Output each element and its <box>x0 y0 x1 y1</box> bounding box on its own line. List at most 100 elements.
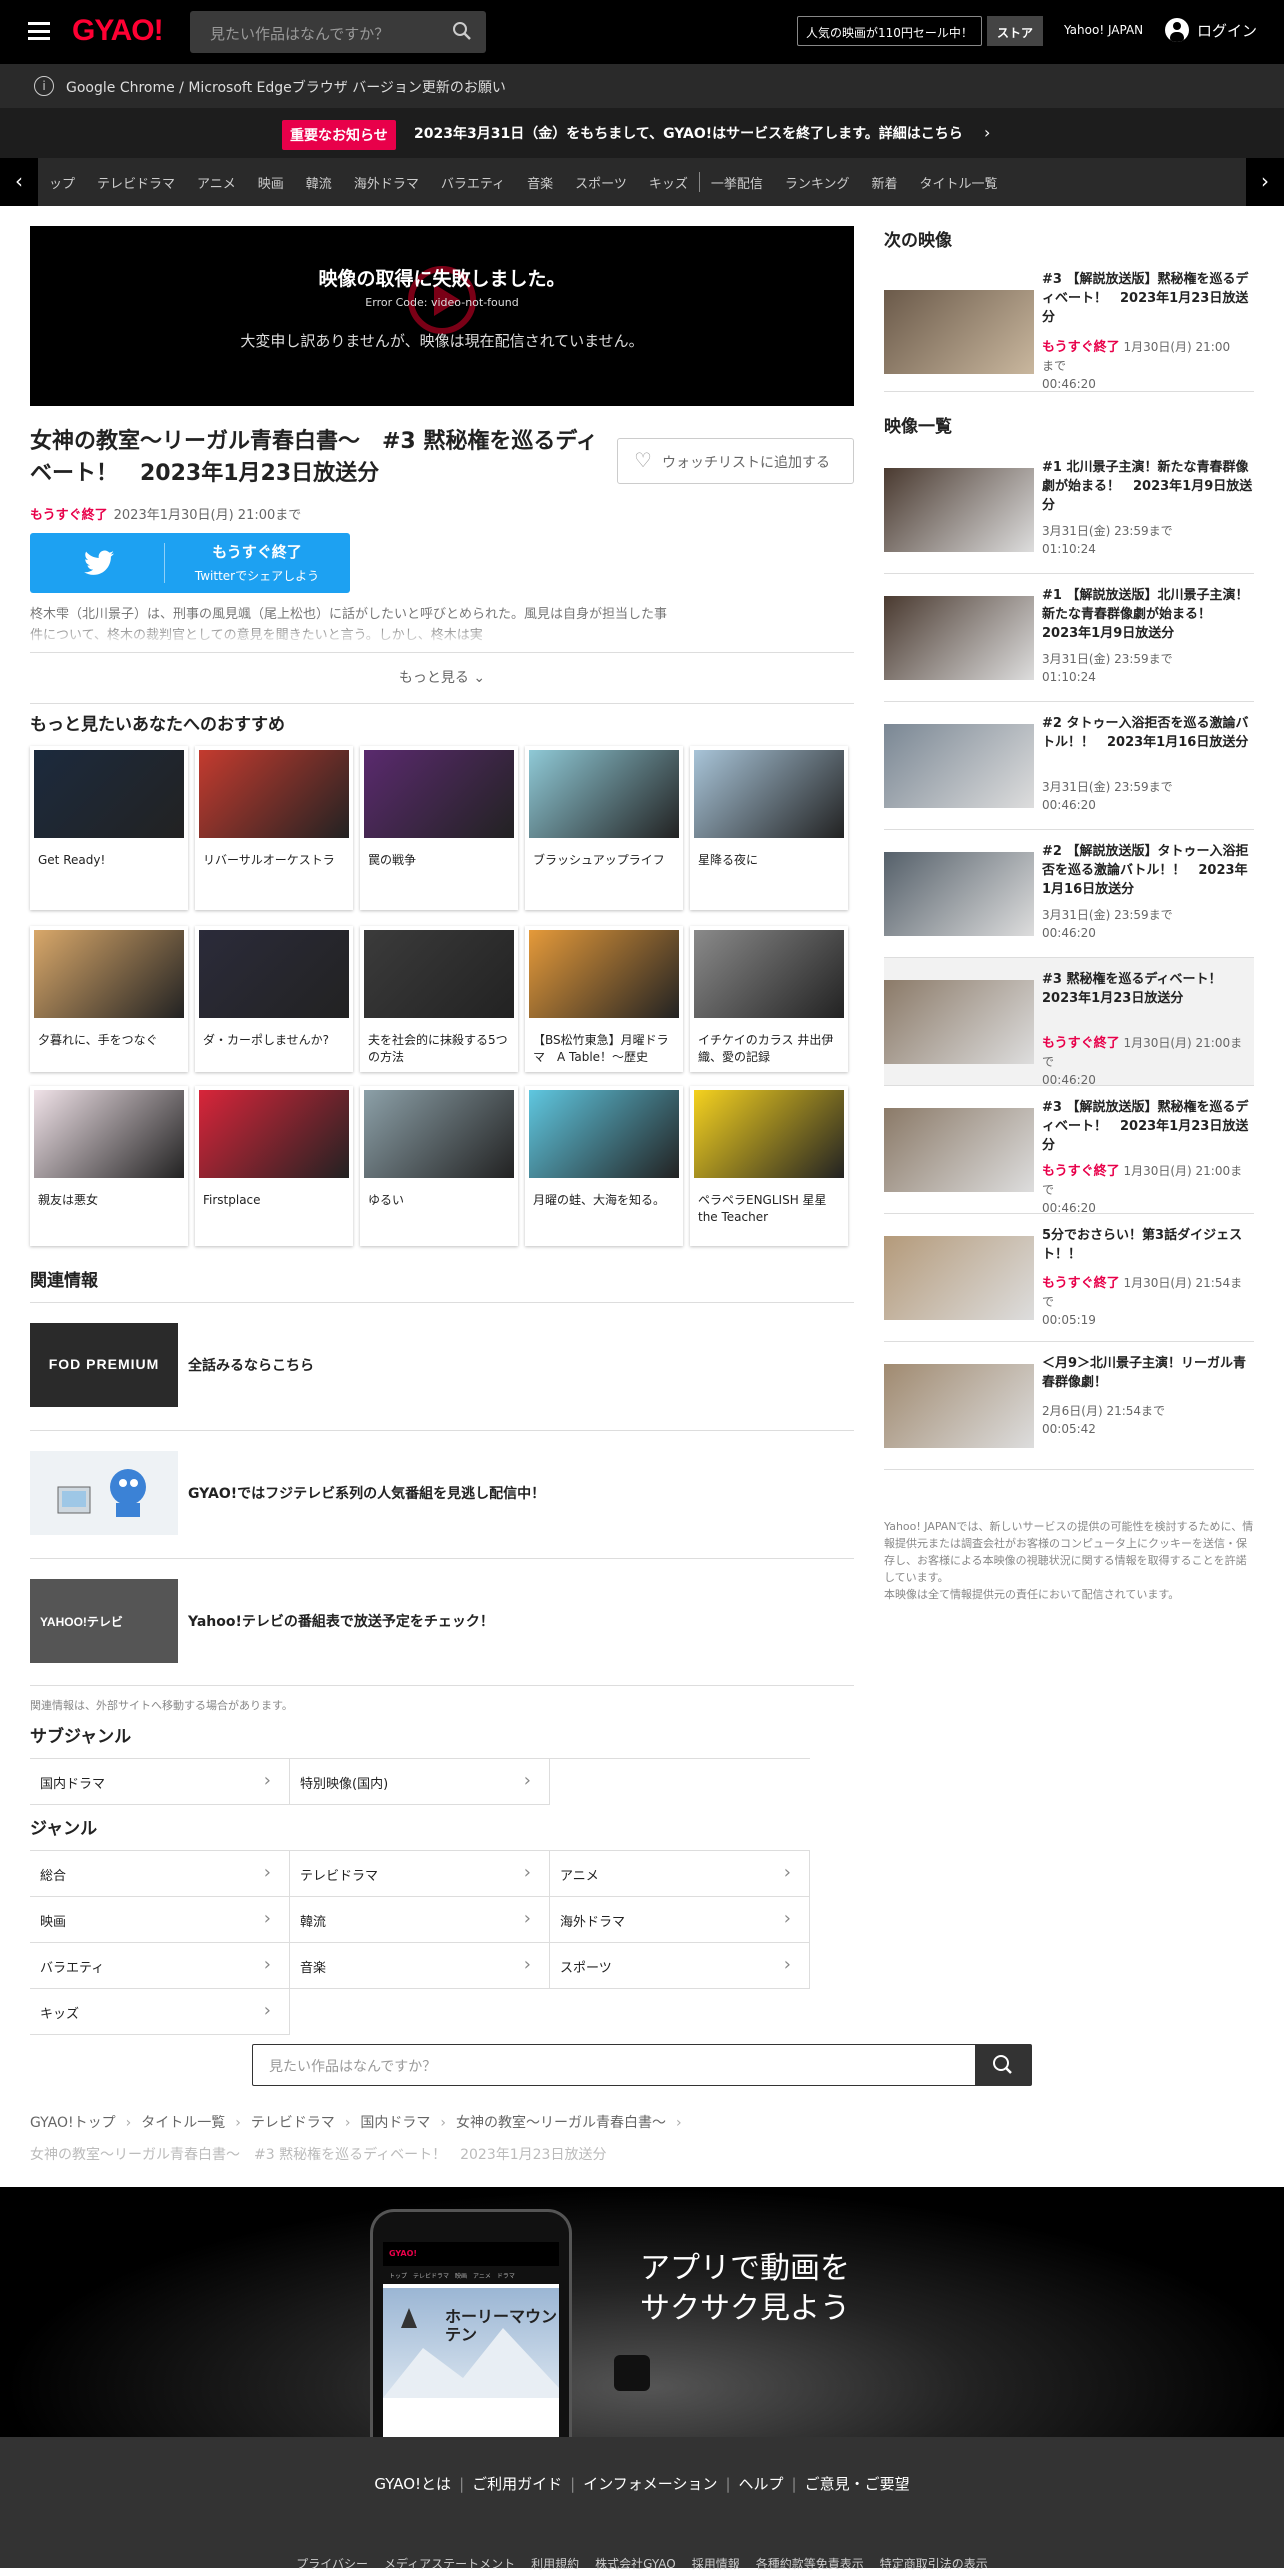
footer-sub-link[interactable]: 採用情報 <box>692 2557 740 2571</box>
nav-item[interactable]: 音楽 <box>527 173 553 192</box>
breadcrumb-item[interactable]: タイトル一覧 <box>141 2115 225 2131</box>
recommend-title: リバーサルオーケストラ <box>203 853 335 867</box>
important-notice[interactable]: 重要なお知らせ 2023年3月31日（金）をもちまして、GYAO!はサービスを終… <box>0 108 1284 158</box>
footer-link[interactable]: GYAO!とは <box>374 2475 451 2493</box>
nav-item[interactable]: タイトル一覧 <box>920 173 998 192</box>
footer-link[interactable]: ご意見・ご要望 <box>805 2475 910 2493</box>
nav-item[interactable]: スポーツ <box>575 173 627 192</box>
footer-sub-link[interactable]: 株式会社GYAO <box>595 2557 676 2571</box>
genre-link[interactable]: スポーツ <box>550 1943 810 1989</box>
video-list-item[interactable]: 5分でおさらい！第3話ダイジェスト！！ もうすぐ終了 1月30日(月) 21:54… <box>884 1214 1254 1342</box>
nav-item[interactable]: ップ <box>49 173 75 192</box>
genre-link[interactable]: 国内ドラマ <box>30 1759 290 1805</box>
video-list-item[interactable]: #3 黙秘権を巡るディベート！ 2023年1月23日放送分 もうすぐ終了 1月30… <box>884 958 1254 1087</box>
bottom-search-input[interactable]: 見たい作品はなんですか？ <box>252 2044 1032 2086</box>
video-list-item[interactable]: #2 タトゥー入浴拒否を巡る激論バトル！！ 2023年1月16日放送分 3月31日… <box>884 702 1254 830</box>
recommend-card[interactable]: Get Ready! <box>30 746 188 910</box>
footer-link[interactable]: ヘルプ <box>739 2475 784 2493</box>
search-input[interactable]: 見たい作品はなんですか？ <box>190 11 486 53</box>
nav-item[interactable]: 映画 <box>258 173 284 192</box>
login-button[interactable]: ログイン <box>1165 18 1257 42</box>
related-item[interactable]: FOD PREMIUM 全話みるならこちら <box>30 1302 854 1430</box>
browser-update-notice[interactable]: i Google Chrome / Microsoft Edgeブラウザ バージ… <box>0 64 1284 108</box>
genre-link[interactable]: 海外ドラマ <box>550 1897 810 1943</box>
recommend-title: ブラッシュアップライフ <box>533 853 665 867</box>
footer-sub-link[interactable]: 特定商取引法の表示 <box>880 2557 988 2571</box>
video-meta: 2月6日(月) 21:54まで 00:05:42 <box>1042 1404 1166 1436</box>
footer-sub-link[interactable]: プライバシー <box>296 2557 368 2571</box>
genre-link[interactable]: 音楽 <box>290 1943 550 1989</box>
logo[interactable]: GYAO! <box>72 14 164 48</box>
video-list-item[interactable]: #2 【解説放送版】タトゥー入浴拒否を巡る激論バトル！！ 2023年1月16日放… <box>884 830 1254 958</box>
twitter-share-button[interactable]: もうすぐ終了 Twitterでシェアしよう <box>30 533 350 593</box>
genre-link[interactable]: 特別映像(国内) <box>290 1759 550 1805</box>
recommend-card[interactable]: 罠の戦争 <box>360 746 518 910</box>
nav-item[interactable]: 新着 <box>871 173 897 192</box>
video-list-item[interactable]: #1 【解説放送版】北川景子主演！新たな青春群像劇が始まる！ 2023年1月9日… <box>884 574 1254 702</box>
recommend-card[interactable]: ゆるい <box>360 1086 518 1246</box>
breadcrumb-item[interactable]: 女神の教室～リーガル青春白書～ <box>456 2115 666 2131</box>
recommend-card[interactable]: ペラペラENGLISH 星星 the Teacher <box>690 1086 848 1246</box>
footer-link[interactable]: ご利用ガイド <box>472 2475 562 2493</box>
genre-link[interactable]: 映画 <box>30 1897 290 1943</box>
phone-logo: GYAO! <box>383 2242 559 2266</box>
related-heading: 関連情報 <box>30 1271 98 1291</box>
nav-prev-arrow[interactable]: ‹ <box>0 158 38 206</box>
genre-link[interactable]: テレビドラマ <box>290 1851 550 1897</box>
related-item[interactable]: YAHOO!テレビ Yahoo!テレビの番組表で放送予定をチェック！ <box>30 1558 854 1686</box>
nav-next-arrow[interactable]: › <box>1246 158 1284 206</box>
app-banner[interactable]: GYAO! トップ テレビドラマ 映画 アニメ ドラマ ホーリーマウンテン アプ… <box>0 2187 1284 2437</box>
nav-item[interactable]: ランキング <box>785 173 850 192</box>
genre-link[interactable]: 韓流 <box>290 1897 550 1943</box>
video-list-item[interactable]: #3 【解説放送版】黙秘権を巡るディベート！ 2023年1月23日放送分 もうすぐ… <box>884 1086 1254 1215</box>
recommend-card[interactable]: リバーサルオーケストラ <box>195 746 353 910</box>
recommend-card[interactable]: 親友は悪女 <box>30 1086 188 1246</box>
bottom-search-button[interactable] <box>975 2045 1031 2085</box>
menu-icon[interactable] <box>28 22 50 40</box>
nav-item[interactable]: テレビドラマ <box>97 173 175 192</box>
nav-item[interactable]: キッズ <box>649 173 688 192</box>
footer-sub-link[interactable]: 利用規約 <box>531 2557 579 2571</box>
phone-screen: GYAO! トップ テレビドラマ 映画 アニメ ドラマ ホーリーマウンテン <box>383 2242 559 2437</box>
store-button[interactable]: ストア <box>987 16 1044 46</box>
nav-item[interactable]: 韓流 <box>306 173 332 192</box>
recommend-card[interactable]: 【BS松竹東急】月曜ドラマ A Table！～歴史 <box>525 926 683 1072</box>
breadcrumb-item[interactable]: GYAO!トップ <box>30 2115 116 2131</box>
sale-link[interactable]: 人気の映画が110円セール中！ <box>797 16 982 46</box>
breadcrumb-item[interactable]: 国内ドラマ <box>360 2115 430 2131</box>
breadcrumb-separator: › <box>440 2115 447 2131</box>
recommend-card[interactable]: イチケイのカラス 井出伊織、愛の記録 <box>690 926 848 1072</box>
recommend-thumbnail <box>694 1090 844 1178</box>
recommend-card[interactable]: Firstplace <box>195 1086 353 1246</box>
recommend-card[interactable]: ダ・カーポしませんか? <box>195 926 353 1072</box>
nav-item[interactable]: バラエティ <box>441 173 505 192</box>
recommend-title: 夫を社会的に抹殺する5つの方法 <box>368 1033 508 1064</box>
more-button[interactable]: もっと見る ⌄ <box>30 652 854 704</box>
app-store-icon[interactable] <box>614 2355 650 2391</box>
related-item[interactable]: GYAO!ではフジテレビ系列の人気番組を見逃し配信中！ <box>30 1430 854 1558</box>
footer-sub-link[interactable]: 各種約款等免責表示 <box>756 2557 864 2571</box>
recommend-card[interactable]: ブラッシュアップライフ <box>525 746 683 910</box>
breadcrumb-item[interactable]: テレビドラマ <box>251 2115 335 2131</box>
genre-link[interactable]: アニメ <box>550 1851 810 1897</box>
watchlist-button[interactable]: ♡ ウォッチリストに追加する <box>617 438 854 484</box>
nav-item[interactable]: 海外ドラマ <box>354 173 419 192</box>
video-player[interactable]: 映像の取得に失敗しました。 Error Code: video-not-foun… <box>30 226 854 406</box>
next-video-meta: もうすぐ終了 1月30日(月) 21:00 まで 00:46:20 <box>1042 340 1231 391</box>
recommend-card[interactable]: 星降る夜に <box>690 746 848 910</box>
video-list-item[interactable]: ＜月9＞北川景子主演！リーガル青春群像劇！ 2月6日(月) 21:54まで 00:0… <box>884 1342 1254 1470</box>
footer-sub-link[interactable]: メディアステートメント <box>384 2557 515 2571</box>
search-icon[interactable] <box>452 21 472 41</box>
genre-link[interactable]: キッズ <box>30 1989 290 2035</box>
video-list-item[interactable]: #1 北川景子主演！新たな青春群像劇が始まる！ 2023年1月9日放送分 3月31… <box>884 446 1254 574</box>
next-video-item[interactable]: #3 【解説放送版】黙秘権を巡るディベート！ 2023年1月23日放送分 もうす… <box>884 260 1254 392</box>
recommend-card[interactable]: 夕暮れに、手をつなぐ <box>30 926 188 1072</box>
yahoo-japan-link[interactable]: Yahoo! JAPAN <box>1064 23 1143 37</box>
footer-link[interactable]: インフォメーション <box>583 2475 717 2493</box>
genre-link[interactable]: バラエティ <box>30 1943 290 1989</box>
nav-item[interactable]: アニメ <box>197 173 236 192</box>
genre-link[interactable]: 総合 <box>30 1851 290 1897</box>
recommend-card[interactable]: 夫を社会的に抹殺する5つの方法 <box>360 926 518 1072</box>
recommend-card[interactable]: 月曜の蛙、大海を知る。 <box>525 1086 683 1246</box>
nav-item[interactable]: 一挙配信 <box>711 173 763 192</box>
